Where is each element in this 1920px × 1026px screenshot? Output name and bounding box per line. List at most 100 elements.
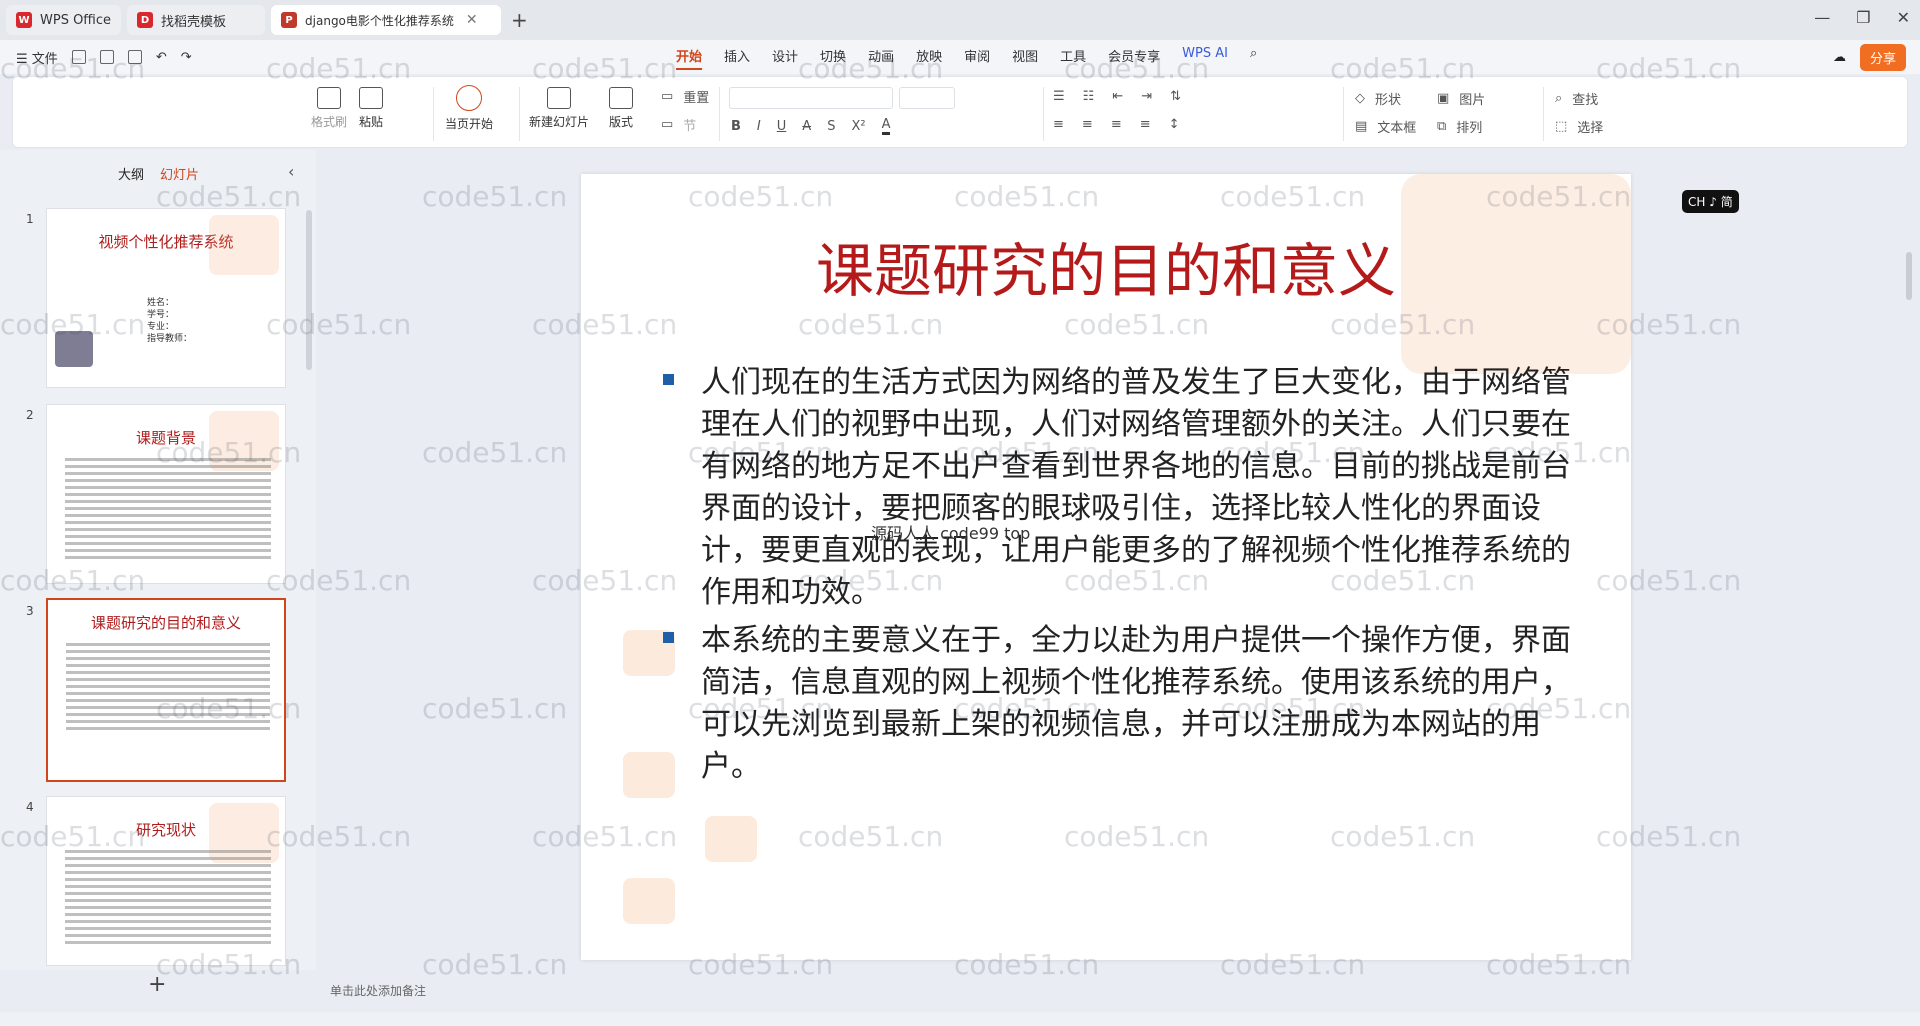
- status-bar: [0, 1012, 1920, 1026]
- textbox-button[interactable]: ▤ 文本框: [1355, 117, 1416, 136]
- slide-title[interactable]: 课题研究的目的和意义: [581, 224, 1631, 308]
- ime-indicator[interactable]: CH ♪ 简: [1682, 190, 1739, 213]
- tab-review[interactable]: 审阅: [964, 46, 990, 70]
- new-slide-button[interactable]: 新建幻灯片: [529, 87, 589, 130]
- bullet-paragraph-1[interactable]: 人们现在的生活方式因为网络的普及发生了巨大变化，由于网络管理在人们的视野中出现，…: [663, 362, 1581, 614]
- font-color-icon[interactable]: A: [881, 117, 891, 135]
- arrange-button[interactable]: ⧉ 排列: [1437, 117, 1482, 136]
- outdent-icon[interactable]: ⇥: [1141, 89, 1152, 104]
- justify-icon[interactable]: ≡: [1140, 117, 1151, 132]
- font-size-select[interactable]: [899, 87, 955, 109]
- close-tab-icon[interactable]: ✕: [466, 12, 478, 28]
- tab-insert[interactable]: 插入: [724, 46, 750, 70]
- share-button[interactable]: 分享: [1859, 44, 1906, 71]
- paste-button[interactable]: 粘贴: [359, 87, 383, 130]
- section-button[interactable]: ▭ 节: [661, 115, 696, 134]
- align-right-icon[interactable]: ≡: [1111, 117, 1122, 132]
- bullet-square-icon: [663, 374, 674, 385]
- print-icon[interactable]: [99, 50, 114, 64]
- quick-access: ☰ 文件 ↶ ↷: [0, 48, 192, 67]
- bullet-paragraph-2[interactable]: 本系统的主要意义在于，全力以赴为用户提供一个操作方便，界面简洁，信息直观的网上视…: [663, 620, 1581, 788]
- tab-slideshow[interactable]: 放映: [916, 46, 942, 70]
- bullets-icon[interactable]: ☰: [1053, 89, 1065, 104]
- docer-logo-icon: D: [137, 12, 154, 28]
- section-label: 节: [683, 119, 697, 134]
- panel-tabs: 大纲 幻灯片: [118, 164, 199, 183]
- tab-label: django电影个性化推荐系统: [305, 13, 454, 28]
- slide-thumbnail-4[interactable]: 研究现状: [46, 796, 286, 966]
- play-current-button[interactable]: 当页开始: [445, 85, 493, 132]
- play-current-label: 当页开始: [445, 117, 494, 131]
- ppt-logo-icon: P: [281, 12, 298, 28]
- slide-thumbnail-2[interactable]: 课题背景: [46, 404, 286, 584]
- tab-slides[interactable]: 幻灯片: [160, 164, 199, 183]
- thumb-text-lines: [65, 458, 271, 559]
- picture-label: 图片: [1459, 93, 1486, 108]
- find-icon: ⌕: [1555, 91, 1563, 106]
- strikethrough-icon[interactable]: A: [802, 119, 811, 134]
- find-button[interactable]: ⌕ 查找: [1555, 89, 1598, 108]
- menu-right: ☁ 分享: [1833, 44, 1906, 71]
- slide-thumbnail-3[interactable]: 课题研究的目的和意义: [46, 598, 286, 782]
- superscript-icon[interactable]: X²: [851, 119, 865, 134]
- slide-number: 1: [26, 212, 34, 226]
- tab-member[interactable]: 会员专享: [1108, 46, 1160, 70]
- tab-template[interactable]: D 找稻壳模板: [127, 5, 266, 35]
- shape-button[interactable]: ◇ 形状: [1355, 89, 1401, 108]
- bullet-square-icon: [663, 632, 674, 643]
- line-spacing-icon[interactable]: ↕: [1169, 117, 1180, 132]
- textbox-label: 文本框: [1377, 121, 1417, 136]
- layout-button[interactable]: 版式: [609, 87, 633, 130]
- tab-outline[interactable]: 大纲: [118, 164, 144, 183]
- shadow-icon[interactable]: S: [827, 119, 835, 134]
- align-group: ≡ ≡ ≡ ≡ ↕: [1053, 117, 1180, 132]
- align-center-icon[interactable]: ≡: [1082, 117, 1093, 132]
- search-icon[interactable]: ⌕: [1250, 46, 1257, 70]
- text-direction-icon[interactable]: ⇅: [1170, 89, 1181, 104]
- format-painter-button[interactable]: 格式刷: [311, 87, 347, 130]
- slide-thumbnail-1[interactable]: 视频个性化推荐系统 姓名： 学号： 专业： 指导教师：: [46, 208, 286, 388]
- tab-home[interactable]: 开始: [676, 46, 703, 70]
- bold-icon[interactable]: B: [731, 119, 741, 134]
- close-window-icon[interactable]: ✕: [1897, 8, 1910, 27]
- tab-design[interactable]: 设计: [772, 46, 798, 70]
- new-slide-label: 新建幻灯片: [529, 115, 590, 129]
- tab-wps-office[interactable]: W WPS Office: [6, 5, 122, 35]
- new-tab-button[interactable]: +: [511, 8, 528, 32]
- align-left-icon[interactable]: ≡: [1053, 117, 1064, 132]
- undo-icon[interactable]: ↶: [156, 50, 167, 65]
- tab-transitions[interactable]: 切换: [820, 46, 846, 70]
- redo-icon[interactable]: ↷: [181, 50, 192, 65]
- numbering-icon[interactable]: ☷: [1083, 89, 1095, 104]
- underline-icon[interactable]: U: [777, 119, 787, 134]
- window-controls: — ❐ ✕: [1814, 8, 1910, 27]
- reset-button[interactable]: ▭ 重置: [661, 87, 709, 106]
- panel-scrollbar[interactable]: [306, 210, 312, 370]
- wps-ai-button[interactable]: WPS AI: [1182, 46, 1228, 70]
- minimize-icon[interactable]: —: [1814, 8, 1830, 27]
- italic-icon[interactable]: I: [757, 119, 761, 134]
- indent-icon[interactable]: ⇤: [1112, 89, 1123, 104]
- font-family-select[interactable]: [729, 87, 893, 109]
- notes-area[interactable]: 单击此处添加备注: [318, 982, 1902, 1004]
- select-button[interactable]: ⬚ 选择: [1555, 117, 1603, 136]
- tab-label: 找稻壳模板: [161, 14, 227, 30]
- tab-animations[interactable]: 动画: [868, 46, 894, 70]
- restore-icon[interactable]: ❐: [1856, 8, 1870, 27]
- picture-button[interactable]: ▣ 图片: [1437, 89, 1485, 108]
- play-icon: [456, 85, 482, 111]
- tab-tools[interactable]: 工具: [1060, 46, 1086, 70]
- collapse-panel-icon[interactable]: ‹: [288, 162, 294, 181]
- editor-scrollbar[interactable]: [1906, 252, 1912, 300]
- tab-label: WPS Office: [40, 12, 112, 28]
- save-icon[interactable]: [71, 50, 86, 64]
- thumb-info: 姓名： 学号： 专业： 指导教师：: [147, 297, 192, 345]
- file-menu[interactable]: ☰ 文件: [16, 48, 58, 67]
- slide-canvas[interactable]: 课题研究的目的和意义 人们现在的生活方式因为网络的普及发生了巨大变化，由于网络管…: [581, 174, 1631, 960]
- tab-document[interactable]: P django电影个性化推荐系统 ✕: [271, 5, 502, 35]
- tab-view[interactable]: 视图: [1012, 46, 1038, 70]
- preview-icon[interactable]: [127, 50, 142, 64]
- cloud-icon[interactable]: ☁: [1833, 50, 1846, 65]
- add-slide-button[interactable]: +: [148, 972, 166, 997]
- ribbon-toolbar: 格式刷 粘贴 当页开始 新建幻灯片 版式 ▭ 重置 ▭ 节 B I U A S …: [12, 76, 1908, 148]
